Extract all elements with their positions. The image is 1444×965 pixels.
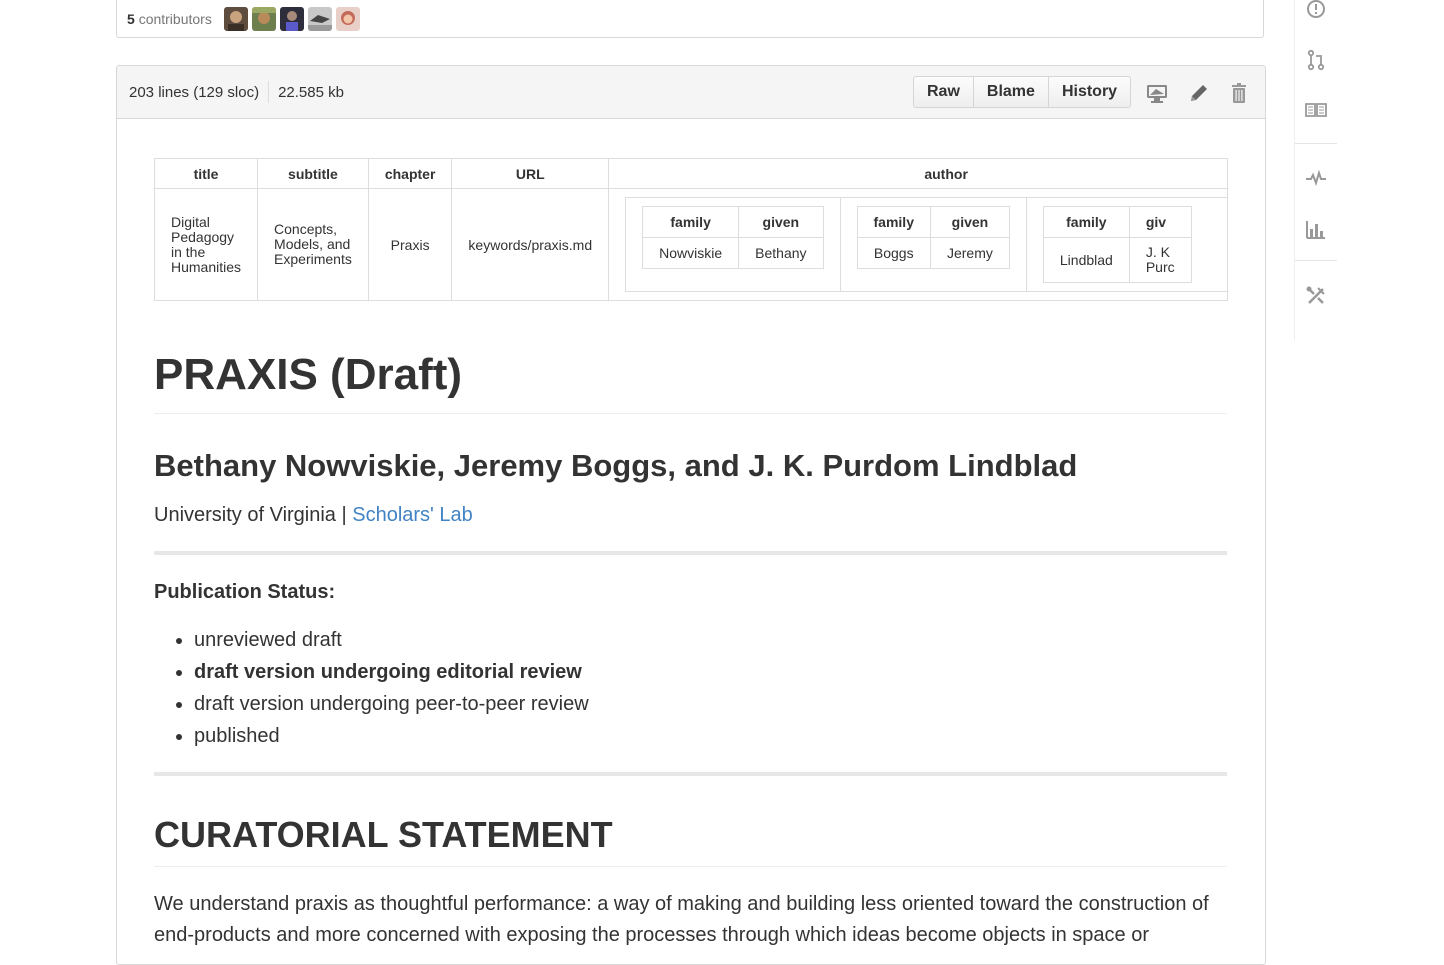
contributors-count[interactable]: 5 [127, 11, 135, 27]
cell-chapter: Praxis [367, 188, 453, 301]
family-value: Nowviskie [642, 237, 740, 269]
history-button[interactable]: History [1049, 77, 1130, 107]
title-line: in the [171, 243, 206, 260]
desktop-icon[interactable] [1145, 81, 1169, 105]
file-container: 203 lines (129 sloc) 22.585 kb Raw Blame… [116, 65, 1266, 965]
title-line: Digital [171, 213, 210, 230]
trash-icon[interactable] [1227, 81, 1251, 105]
page-title: PRAXIS (Draft) [154, 349, 1227, 414]
repo-nav-sidebar [1294, 0, 1337, 340]
family-header: family [642, 206, 740, 238]
contributors-label[interactable]: contributors [139, 11, 212, 27]
authors-heading: Bethany Nowviskie, Jeremy Boggs, and J. … [154, 448, 1078, 483]
file-size: 22.585 kb [278, 83, 344, 101]
list-item: draft version undergoing peer-to-peer re… [194, 688, 1227, 720]
section-heading: CURATORIAL STATEMENT [154, 814, 1227, 867]
scholars-lab-link[interactable]: Scholars' Lab [352, 504, 473, 526]
cell-url: keywords/praxis.md [451, 188, 610, 301]
family-header: family [1042, 206, 1130, 238]
divider [1295, 260, 1337, 261]
avatar[interactable] [223, 6, 248, 31]
wiki-icon[interactable] [1304, 98, 1328, 122]
affiliation: University of Virginia | Scholars' Lab [154, 504, 1227, 527]
given-header: giv [1128, 206, 1192, 238]
affiliation-text: University of Virginia | [154, 504, 353, 526]
settings-icon[interactable] [1304, 284, 1328, 308]
header-author: author [608, 158, 1227, 189]
author-table: family giv Lindblad J. K Purc [1042, 206, 1192, 283]
given-value: Bethany [738, 237, 824, 269]
file-actions: Raw Blame History [913, 76, 1132, 108]
header-subtitle: subtitle [257, 158, 369, 189]
raw-button[interactable]: Raw [914, 77, 974, 107]
family-header: family [856, 206, 931, 238]
blame-button[interactable]: Blame [974, 77, 1049, 107]
family-value: Lindblad [1042, 237, 1130, 283]
given-header: given [738, 206, 824, 238]
author-list: family given Nowviskie Bethany family given… [625, 197, 1227, 292]
contributors-bar: 5 contributors [116, 0, 1264, 38]
divider [154, 772, 1227, 776]
author-table: family given Nowviskie Bethany [642, 206, 824, 269]
subtitle-line: Experiments [274, 251, 352, 267]
metadata-table: title subtitle chapter URL author Digita… [154, 158, 1227, 301]
author-entry: family giv Lindblad J. K Purc [1027, 198, 1208, 291]
issue-icon[interactable] [1304, 0, 1328, 21]
publication-status-label: Publication Status: [154, 581, 336, 603]
line-count: 203 lines (129 sloc) [129, 83, 260, 101]
metadata-table-wrapper[interactable]: title subtitle chapter URL author Digita… [154, 158, 1228, 301]
body-line: end-products and more concerned with exp… [154, 924, 1150, 946]
title-line: Humanities [171, 258, 242, 275]
divider [154, 551, 1227, 555]
avatar[interactable] [251, 6, 276, 31]
given-line: Purc [1145, 259, 1175, 275]
author-table: family given Boggs Jeremy [856, 206, 1010, 269]
given-value: Jeremy [929, 237, 1010, 269]
divider [268, 81, 270, 103]
header-url: URL [451, 158, 610, 189]
body-line: We understand praxis as thoughtful perfo… [154, 893, 1209, 915]
header-title: title [154, 158, 259, 189]
file-header: 203 lines (129 sloc) 22.585 kb Raw Blame… [117, 66, 1265, 119]
title-line: Pedagogy [171, 228, 235, 245]
given-value: J. K Purc [1128, 237, 1192, 283]
pull-request-icon[interactable] [1304, 48, 1328, 72]
author-entry: family given Nowviskie Bethany [626, 198, 841, 291]
given-line: J. K [1145, 244, 1170, 260]
list-item-current: draft version undergoing editorial revie… [194, 656, 1227, 688]
divider [1295, 143, 1337, 144]
list-item: unreviewed draft [194, 624, 1227, 656]
publication-status-list: unreviewed draft draft version undergoin… [154, 624, 1227, 752]
avatar-list [223, 6, 360, 31]
cell-author: family given Nowviskie Bethany family given… [608, 188, 1227, 301]
file-info: 203 lines (129 sloc) 22.585 kb [129, 81, 344, 103]
author-entry: family given Boggs Jeremy [841, 198, 1027, 291]
pencil-icon[interactable] [1187, 81, 1211, 105]
avatar[interactable] [279, 6, 304, 31]
cell-subtitle: Concepts, Models, and Experiments [257, 188, 369, 301]
cell-title: Digital Pedagogy in the Humanities [154, 188, 259, 301]
graph-icon[interactable] [1304, 217, 1328, 241]
subtitle-line: Concepts, [274, 221, 338, 237]
avatar[interactable] [335, 6, 360, 31]
family-value: Boggs [856, 237, 931, 269]
given-header: given [929, 206, 1010, 238]
avatar[interactable] [307, 6, 332, 31]
subtitle-line: Models, and [274, 236, 351, 252]
pulse-icon[interactable] [1304, 166, 1328, 190]
header-chapter: chapter [367, 158, 453, 189]
list-item: published [194, 720, 1227, 752]
contributors-summary[interactable]: 5 contributors [127, 11, 212, 27]
readme-content: title subtitle chapter URL author Digita… [154, 158, 1228, 951]
